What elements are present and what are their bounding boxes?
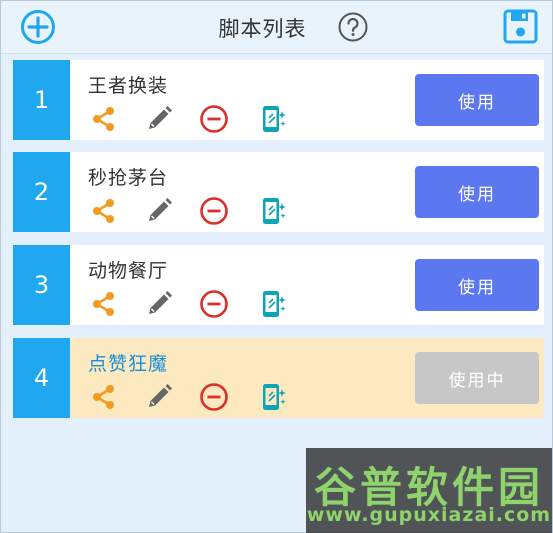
delete-icon[interactable] (199, 289, 229, 319)
share-icon[interactable] (89, 104, 119, 134)
watermark: 谷普软件园 www.gupuxiazai.com (306, 448, 552, 533)
delete-icon[interactable] (199, 104, 229, 134)
edit-icon[interactable] (144, 196, 174, 226)
share-icon[interactable] (89, 289, 119, 319)
watermark-url: www.gupuxiazai.com (306, 504, 552, 526)
script-name: 动物餐厅 (88, 260, 169, 282)
run-script-icon[interactable] (259, 104, 289, 134)
delete-icon[interactable] (199, 382, 229, 412)
help-icon[interactable] (337, 11, 369, 43)
use-button[interactable]: 使用 (415, 259, 539, 311)
script-index: 3 (13, 245, 70, 325)
delete-icon[interactable] (199, 196, 229, 226)
page-title: 脚本列表 (218, 17, 307, 41)
use-button[interactable]: 使用 (415, 166, 539, 218)
run-script-icon[interactable] (259, 196, 289, 226)
use-button[interactable]: 使用 (415, 74, 539, 126)
run-script-icon[interactable] (259, 289, 289, 319)
edit-icon[interactable] (144, 289, 174, 319)
script-row: 3 动物餐厅 使用 (13, 245, 544, 325)
edit-icon[interactable] (144, 382, 174, 412)
app-header: 脚本列表 (1, 1, 552, 54)
in-use-button[interactable]: 使用中 (415, 352, 539, 404)
share-icon[interactable] (89, 196, 119, 226)
script-row-active: 4 点赞狂魔 使用中 (13, 338, 544, 418)
script-index: 4 (13, 338, 70, 418)
script-index: 1 (13, 60, 70, 140)
run-script-icon[interactable] (259, 382, 289, 412)
script-name: 秒抢茅台 (88, 167, 169, 189)
script-row: 2 秒抢茅台 使用 (13, 152, 544, 232)
save-icon[interactable] (502, 8, 539, 45)
share-icon[interactable] (89, 382, 119, 412)
script-name: 点赞狂魔 (88, 353, 169, 375)
script-name: 王者换装 (88, 75, 169, 97)
script-row: 1 王者换装 使用 (13, 60, 544, 140)
script-index: 2 (13, 152, 70, 232)
edit-icon[interactable] (144, 104, 174, 134)
